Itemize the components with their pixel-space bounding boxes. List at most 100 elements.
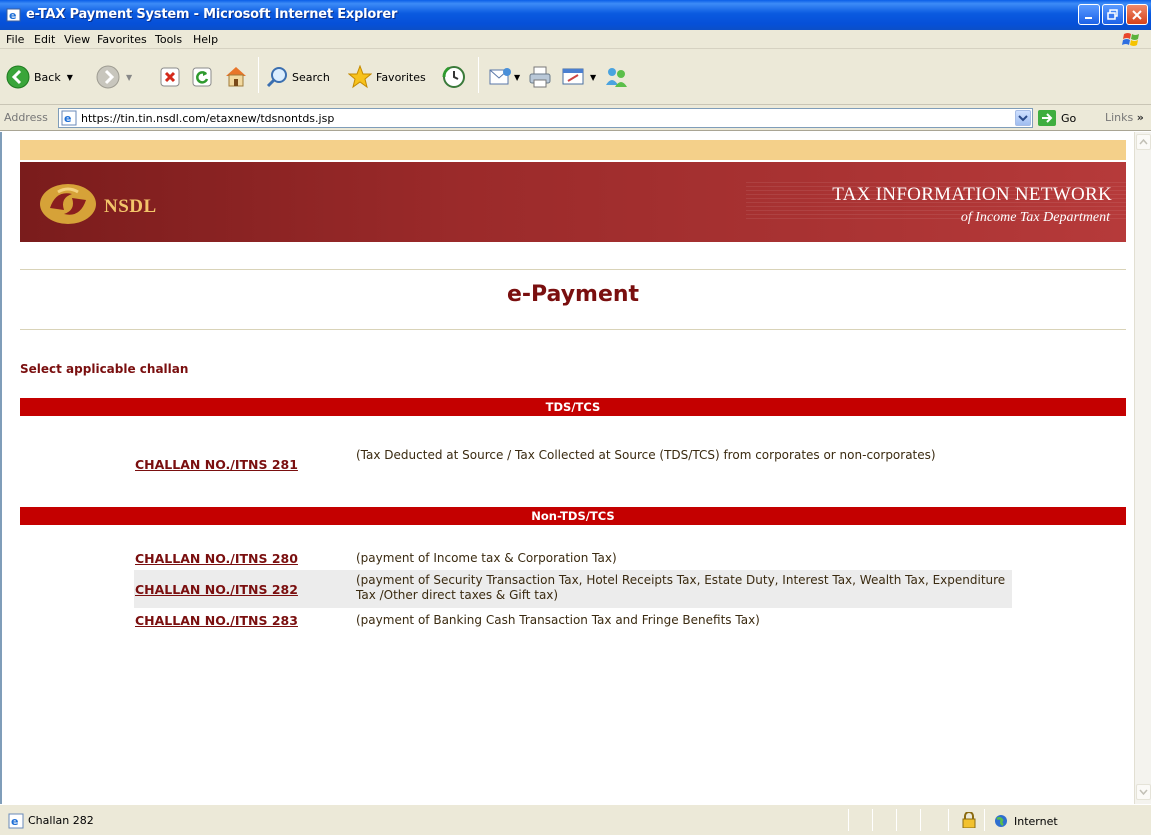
windows-logo-icon bbox=[1122, 33, 1139, 46]
mail-dropdown-icon[interactable]: ▼ bbox=[514, 73, 520, 82]
banner-strip bbox=[20, 140, 1126, 160]
refresh-button[interactable] bbox=[192, 67, 212, 87]
favorites-button[interactable]: Favorites bbox=[348, 65, 426, 89]
page-title: e-Payment bbox=[506, 282, 640, 307]
svg-text:e: e bbox=[9, 9, 16, 22]
status-divider bbox=[984, 809, 985, 831]
print-button[interactable] bbox=[528, 65, 552, 89]
forward-dropdown-icon[interactable]: ▼ bbox=[126, 73, 132, 82]
banner-subtitle: of Income Tax Department bbox=[960, 210, 1110, 225]
address-url: https://tin.tin.nsdl.com/etaxnew/tdsnont… bbox=[81, 112, 335, 125]
challan-282-link[interactable]: CHALLAN NO./ITNS 282 bbox=[135, 582, 298, 597]
challan-283-description: (payment of Banking Cash Transaction Tax… bbox=[356, 613, 760, 627]
address-label: Address bbox=[4, 111, 48, 124]
challan-row-280: CHALLAN NO./ITNS 280 (payment of Income … bbox=[134, 549, 1012, 569]
divider bbox=[20, 269, 1126, 270]
chevron-down-icon bbox=[1139, 789, 1148, 796]
forward-arrow-icon bbox=[96, 65, 120, 89]
status-divider bbox=[920, 809, 921, 831]
challan-row-283: CHALLAN NO./ITNS 283 (payment of Banking… bbox=[134, 611, 1012, 631]
challan-281-description: (Tax Deducted at Source / Tax Collected … bbox=[356, 448, 936, 462]
status-divider bbox=[896, 809, 897, 831]
banner-title: TAX INFORMATION NETWORK bbox=[832, 184, 1112, 205]
menu-view[interactable]: View bbox=[64, 33, 90, 46]
printer-icon bbox=[529, 66, 551, 88]
mail-button[interactable]: ▼ bbox=[488, 67, 520, 87]
challan-row-281: CHALLAN NO./ITNS 281 (Tax Deducted at So… bbox=[134, 446, 1012, 478]
home-button[interactable] bbox=[224, 65, 248, 87]
minimize-button[interactable] bbox=[1078, 4, 1100, 25]
menu-help[interactable]: Help bbox=[193, 33, 218, 46]
status-text: Challan 282 bbox=[28, 814, 94, 827]
toolbar: Back ▼ ▼ Search Favorites ▼ ▼ bbox=[0, 49, 1151, 105]
chevron-up-icon bbox=[1139, 138, 1148, 145]
history-button[interactable] bbox=[442, 65, 466, 89]
back-button[interactable]: Back ▼ bbox=[6, 65, 73, 89]
menu-favorites[interactable]: Favorites bbox=[97, 33, 147, 46]
svg-text:e: e bbox=[64, 112, 71, 125]
window-title: e-TAX Payment System - Microsoft Interne… bbox=[26, 7, 398, 22]
star-icon bbox=[348, 65, 372, 89]
nsdl-banner: NSDL TAX INFORMATION NETWORK of Income T… bbox=[20, 162, 1126, 242]
select-challan-label: Select applicable challan bbox=[20, 362, 189, 376]
edit-dropdown-icon[interactable]: ▼ bbox=[590, 73, 596, 82]
history-icon bbox=[442, 66, 465, 88]
challan-280-description: (payment of Income tax & Corporation Tax… bbox=[356, 551, 617, 565]
challan-281-link[interactable]: CHALLAN NO./ITNS 281 bbox=[135, 457, 298, 472]
restore-button[interactable] bbox=[1102, 4, 1124, 25]
links-button[interactable]: Links » bbox=[1105, 111, 1144, 124]
menu-tools[interactable]: Tools bbox=[155, 33, 182, 46]
status-divider bbox=[848, 809, 849, 831]
address-dropdown-button[interactable] bbox=[1015, 110, 1031, 126]
stop-button[interactable] bbox=[160, 67, 180, 87]
security-zone[interactable]: Internet bbox=[994, 814, 1058, 828]
section-header-tds: TDS/TCS bbox=[20, 398, 1126, 416]
menu-edit[interactable]: Edit bbox=[34, 33, 55, 46]
back-dropdown-icon[interactable]: ▼ bbox=[67, 73, 73, 82]
status-bar: e Challan 282 Internet bbox=[0, 804, 1151, 835]
toolbar-separator bbox=[258, 57, 259, 93]
stop-icon bbox=[160, 67, 180, 87]
section-header-non-tds: Non-TDS/TCS bbox=[20, 507, 1126, 525]
window-title-bar[interactable]: e e-TAX Payment System - Microsoft Inter… bbox=[0, 0, 1151, 30]
page-content: NSDL TAX INFORMATION NETWORK of Income T… bbox=[0, 132, 1134, 804]
home-icon bbox=[226, 67, 246, 87]
menu-bar: File Edit View Favorites Tools Help bbox=[0, 30, 1151, 49]
refresh-icon bbox=[192, 67, 212, 87]
svg-text:e: e bbox=[11, 815, 18, 828]
forward-button[interactable]: ▼ bbox=[96, 65, 132, 89]
scroll-down-button[interactable] bbox=[1136, 784, 1151, 800]
back-arrow-icon bbox=[6, 65, 30, 89]
address-input[interactable]: e https://tin.tin.nsdl.com/etaxnew/tdsno… bbox=[58, 108, 1033, 128]
chevron-down-icon bbox=[1018, 115, 1028, 122]
search-icon bbox=[266, 67, 287, 88]
address-bar: Address e https://tin.tin.nsdl.com/etaxn… bbox=[0, 105, 1151, 131]
lock-icon[interactable] bbox=[962, 812, 976, 828]
search-button[interactable]: Search bbox=[266, 66, 330, 88]
status-divider bbox=[948, 809, 949, 831]
page-icon: e bbox=[61, 110, 77, 126]
zone-label: Internet bbox=[1014, 814, 1058, 828]
mail-icon bbox=[489, 68, 511, 85]
go-label: Go bbox=[1061, 111, 1077, 125]
divider bbox=[20, 329, 1126, 330]
menu-file[interactable]: File bbox=[6, 33, 24, 46]
minimize-icon bbox=[1085, 17, 1092, 19]
edit-button[interactable]: ▼ bbox=[562, 67, 596, 87]
messenger-button[interactable] bbox=[604, 65, 630, 89]
go-button[interactable]: Go bbox=[1038, 110, 1076, 126]
globe-icon bbox=[995, 815, 1007, 827]
nsdl-logo-icon bbox=[40, 184, 96, 224]
challan-280-link[interactable]: CHALLAN NO./ITNS 280 bbox=[135, 551, 298, 566]
scroll-up-button[interactable] bbox=[1136, 134, 1151, 150]
close-button[interactable] bbox=[1126, 4, 1148, 25]
close-icon bbox=[1132, 10, 1142, 20]
nsdl-brand: NSDL bbox=[104, 196, 157, 217]
vertical-scrollbar[interactable] bbox=[1134, 132, 1151, 804]
page-status-icon: e bbox=[8, 813, 24, 829]
status-divider bbox=[872, 809, 873, 831]
go-arrow-icon bbox=[1038, 110, 1056, 126]
challan-282-description: (payment of Security Transaction Tax, Ho… bbox=[356, 573, 1006, 602]
ie-app-icon: e bbox=[6, 8, 21, 22]
challan-283-link[interactable]: CHALLAN NO./ITNS 283 bbox=[135, 613, 298, 628]
